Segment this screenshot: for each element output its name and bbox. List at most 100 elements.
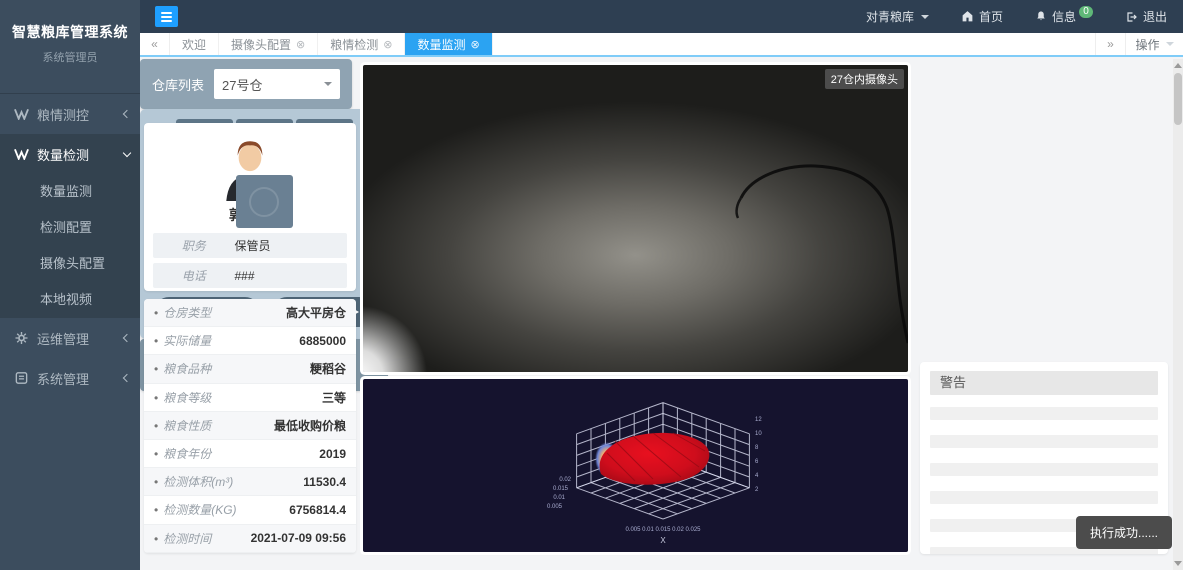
scroll-down-arrow-icon[interactable] (1174, 561, 1182, 566)
sidebar-subitem-detect-config[interactable]: 检测配置 (0, 210, 140, 246)
info-value: 2021-07-09 09:56 (251, 531, 346, 545)
volume-3d-plot: 12 10 8 6 4 2 0.02 0.015 0.01 0.005 0.00… (363, 379, 908, 552)
messages-count-badge: 0 (1079, 6, 1093, 18)
info-row: • 仓房类型 高大平房仓 (144, 299, 356, 327)
gear-icon (14, 332, 29, 344)
app-logo: 智慧粮库管理系统 系统管理员 (0, 0, 140, 79)
topbar: 对青粮库 首页 信息 0 退出 (140, 0, 1183, 33)
info-row: •粮食性质最低收购价粮 (144, 412, 356, 440)
info-label: 检测体积(m³) (163, 475, 233, 489)
info-value: 6885000 (299, 334, 346, 348)
info-row: •实际储量6885000 (144, 327, 356, 355)
info-value: 6756814.4 (289, 503, 346, 517)
bell-icon (1035, 10, 1047, 23)
keeper-row-label: 职务 (153, 237, 234, 254)
home-icon (961, 10, 974, 23)
tab-label: 粮情检测 (330, 36, 378, 53)
scrollbar-thumb[interactable] (1174, 73, 1182, 125)
tabbar: « 欢迎 摄像头配置 ⊗ 粮情检测 ⊗ 数量监测 ⊗ » 操作 (140, 33, 1183, 57)
info-row: • 检测体积(m³) 11530.4 (144, 468, 356, 496)
tab-label: 欢迎 (182, 36, 206, 53)
sidebar-item-quantity-detect[interactable]: 数量检测 (0, 134, 140, 174)
depot-dropdown[interactable]: 对青粮库 (850, 0, 945, 33)
chevron-left-icon (123, 374, 131, 382)
home-label: 首页 (979, 8, 1003, 25)
sidebar-item-label: 运维管理 (37, 329, 124, 348)
keeper-row: 职务 保管员 (153, 233, 347, 258)
warehouse-selected-value: 27号仓 (222, 75, 262, 94)
sidebar-item-grain-monitoring[interactable]: 粮情测控 (0, 94, 140, 134)
sidebar-item-ops-management[interactable]: 运维管理 (0, 318, 140, 358)
sidebar-item-system-management[interactable]: 系统管理 (0, 358, 140, 398)
tab-grain-detect[interactable]: 粮情检测 ⊗ (318, 33, 405, 55)
tab-welcome[interactable]: 欢迎 (170, 33, 219, 55)
tabs-scroll-left-button[interactable]: « (140, 33, 170, 55)
tab-close-icon[interactable]: ⊗ (383, 38, 392, 51)
info-label: 检测数量(KG) (163, 503, 236, 517)
info-value: 高大平房仓 (286, 304, 346, 321)
sidebar-menu: 粮情测控 数量检测 数量监测 检测配置 摄像头配置 本地视频 运维管理 系统管理 (0, 93, 140, 398)
info-value: 粳稻谷 (310, 360, 346, 377)
home-link[interactable]: 首页 (945, 0, 1019, 33)
bullet-icon: • (154, 447, 158, 461)
messages-label: 信息 (1052, 8, 1076, 25)
sidebar-item-label: 数量检测 (37, 145, 124, 164)
info-value: 11530.4 (303, 475, 346, 489)
logout-icon (1125, 11, 1138, 23)
chevron-down-icon (123, 148, 131, 156)
info-label: 实际储量 (163, 334, 211, 348)
info-value: 三等 (322, 389, 346, 406)
system-icon (14, 372, 29, 384)
main-content: 仓库列表 27号仓 郭鲁峰 职务 保管员 电话 ### •仓房类型高大平房仓 •… (140, 59, 1183, 570)
sidebar-subitem-local-video[interactable]: 本地视频 (0, 282, 140, 318)
chevron-left-icon (123, 334, 131, 342)
depot-name: 对青粮库 (866, 8, 914, 25)
tabbar-spacer (493, 33, 1095, 55)
sidebar: 智慧粮库管理系统 系统管理员 粮情测控 数量检测 数量监测 检测配置 摄像头配置… (0, 0, 140, 570)
keeper-row-label: 电话 (153, 267, 234, 284)
warning-title: 警告 (930, 371, 1158, 395)
tab-actions-dropdown[interactable]: 操作 (1125, 33, 1183, 55)
info-value: 最低收购价粮 (274, 417, 346, 434)
sidebar-subitem-quantity-monitor[interactable]: 数量监测 (0, 174, 140, 210)
keeper-row-value: 保管员 (234, 237, 270, 254)
info-row: •粮食品种粳稻谷 (144, 355, 356, 383)
bullet-icon: • (154, 306, 158, 320)
quantity-detect-icon (14, 148, 29, 160)
vertical-scrollbar[interactable] (1173, 59, 1183, 570)
bullet-icon: • (154, 475, 158, 489)
toast-message: 执行成功...... (1076, 516, 1172, 549)
sidebar-subitem-camera-config[interactable]: 摄像头配置 (0, 246, 140, 282)
logout-label: 退出 (1143, 8, 1167, 25)
info-label: 粮食性质 (163, 419, 211, 433)
info-label: 仓房类型 (163, 306, 211, 320)
z-tick: 12 (755, 417, 762, 423)
scroll-up-arrow-icon[interactable] (1174, 63, 1182, 68)
ptz-center-button[interactable] (236, 175, 293, 228)
warehouse-select-card: 仓库列表 27号仓 (140, 59, 352, 109)
tab-label: 数量监测 (417, 36, 465, 53)
messages-link[interactable]: 信息 0 (1019, 0, 1109, 33)
tab-close-icon[interactable]: ⊗ (296, 38, 305, 51)
logout-link[interactable]: 退出 (1109, 0, 1183, 33)
tab-camera-config[interactable]: 摄像头配置 ⊗ (219, 33, 318, 55)
bullet-icon: • (154, 503, 158, 517)
z-tick: 10 (755, 431, 762, 437)
warning-row-placeholder (930, 435, 1158, 448)
sidebar-item-label: 系统管理 (37, 369, 124, 388)
info-row: •检测时间2021-07-09 09:56 (144, 525, 356, 553)
info-label: 粮食年份 (163, 447, 211, 461)
warehouse-select-label: 仓库列表 (152, 75, 204, 94)
info-label: 检测时间 (163, 532, 211, 546)
keeper-row: 电话 ### (153, 263, 347, 288)
info-row: •粮食等级三等 (144, 384, 356, 412)
menu-toggle-button[interactable] (155, 6, 178, 27)
tab-quantity-monitor[interactable]: 数量监测 ⊗ (405, 33, 492, 55)
tab-actions-label: 操作 (1135, 36, 1159, 53)
tabs-scroll-right-button[interactable]: » (1095, 33, 1125, 55)
warehouse-select[interactable]: 27号仓 (214, 69, 340, 99)
caret-down-icon (1166, 42, 1174, 46)
tab-close-icon[interactable]: ⊗ (471, 38, 480, 51)
warning-row-placeholder (930, 407, 1158, 420)
topbar-menu: 对青粮库 首页 信息 0 退出 (850, 0, 1183, 33)
